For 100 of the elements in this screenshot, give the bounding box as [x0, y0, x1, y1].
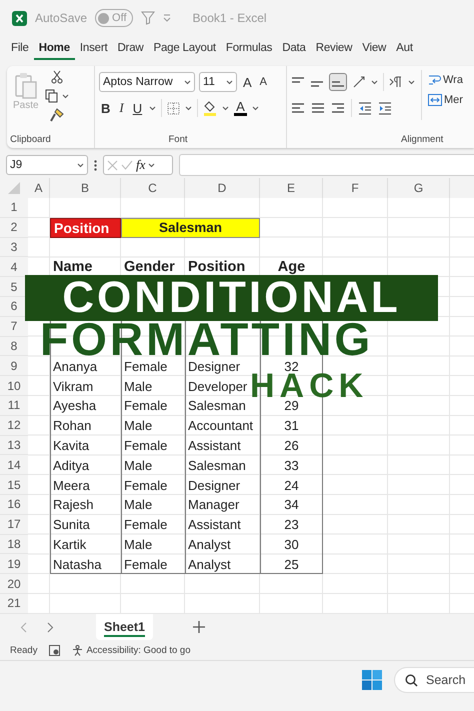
- brush-icon[interactable]: [50, 108, 64, 122]
- merge-icon[interactable]: [428, 94, 442, 106]
- table-cell: Ayesha: [53, 398, 96, 414]
- table-cell: Male: [124, 418, 152, 434]
- increase-indent-icon[interactable]: [378, 102, 392, 114]
- wrap-icon[interactable]: [428, 73, 441, 86]
- accessibility-status[interactable]: Accessibility: Good to go: [86, 644, 190, 656]
- table-cell: Salesman: [188, 458, 246, 473]
- criteria-value: Salesman: [121, 218, 260, 238]
- borders-icon[interactable]: [167, 102, 180, 114]
- menu-tab[interactable]: Aut: [391, 38, 418, 60]
- font-size-field[interactable]: 11: [199, 72, 237, 92]
- next-sheet-icon[interactable]: [47, 622, 54, 632]
- row-header[interactable]: 17: [0, 514, 28, 535]
- align-left-icon[interactable]: [291, 101, 305, 115]
- sheet-tab[interactable]: Sheet1: [96, 614, 153, 640]
- copy-icon[interactable]: [44, 89, 58, 103]
- fill-color-icon[interactable]: [203, 100, 218, 116]
- bold-button[interactable]: B: [99, 100, 112, 116]
- autosave-label: AutoSave: [35, 11, 88, 25]
- status-text: Ready: [10, 644, 38, 656]
- caret-icon[interactable]: [408, 80, 415, 84]
- row-header[interactable]: 20: [0, 574, 28, 594]
- row-header[interactable]: 2: [0, 218, 28, 238]
- table-cell: Kavita: [53, 438, 90, 453]
- row-header[interactable]: 13: [0, 436, 28, 456]
- caret-icon[interactable]: [222, 106, 230, 110]
- table-cell: Male: [124, 497, 152, 512]
- orientation-icon[interactable]: [352, 75, 366, 89]
- table-cell: Manager: [188, 497, 240, 512]
- menu-tab[interactable]: Data: [277, 38, 311, 60]
- menu-tab[interactable]: File: [6, 38, 34, 60]
- row-header[interactable]: 3: [0, 238, 28, 258]
- merge-button[interactable]: Mer: [428, 94, 463, 106]
- italic-button[interactable]: I: [117, 100, 126, 116]
- row-header[interactable]: 12: [0, 416, 28, 436]
- filter-icon[interactable]: [140, 11, 155, 25]
- menu-tab[interactable]: View: [357, 38, 392, 60]
- align-right-icon[interactable]: [331, 101, 345, 115]
- underline-button[interactable]: U: [130, 100, 144, 116]
- caret-icon[interactable]: [371, 80, 378, 84]
- insert-function-button[interactable]: fx: [136, 157, 146, 173]
- search-icon[interactable]: [405, 674, 418, 686]
- row-header[interactable]: 19: [0, 554, 28, 574]
- title-banner: CONDITIONAL: [25, 275, 438, 321]
- font-color-button[interactable]: A: [234, 100, 247, 116]
- clipboard-icon[interactable]: [14, 72, 38, 100]
- cut-icon[interactable]: [50, 70, 63, 84]
- text-direction-icon[interactable]: [389, 76, 403, 88]
- macro-record-icon[interactable]: [49, 644, 60, 656]
- column-heading: Position: [188, 259, 246, 276]
- caret-icon[interactable]: [148, 162, 156, 168]
- group-label: Alignment: [401, 134, 444, 144]
- decrease-indent-icon[interactable]: [358, 102, 372, 114]
- table-cell: Assistant: [188, 517, 241, 532]
- taskbar-search[interactable]: Search: [394, 667, 474, 693]
- row-header[interactable]: 10: [0, 376, 28, 396]
- row-header[interactable]: 15: [0, 475, 28, 495]
- formula-input[interactable]: [179, 154, 474, 176]
- menu-tab[interactable]: Insert: [74, 38, 112, 60]
- name-box[interactable]: J9: [6, 155, 88, 175]
- more-icon[interactable]: [94, 160, 97, 170]
- customize-icon[interactable]: [162, 14, 171, 22]
- start-icon[interactable]: [362, 670, 382, 690]
- table-cell: Analyst: [188, 556, 231, 572]
- caret-icon[interactable]: [149, 106, 156, 110]
- row-header[interactable]: 4: [0, 257, 28, 278]
- menu-tab[interactable]: Draw: [112, 38, 148, 60]
- dropdown-caret-icon[interactable]: [226, 80, 233, 84]
- table-cell: 25: [284, 556, 299, 572]
- row-header[interactable]: 8: [0, 336, 28, 356]
- shrink-font-button[interactable]: A: [258, 76, 270, 88]
- row-header[interactable]: 18: [0, 534, 28, 554]
- row-header[interactable]: 11: [0, 396, 28, 416]
- add-icon[interactable]: [193, 621, 205, 633]
- table-cell: Male: [124, 458, 152, 473]
- row-header[interactable]: 16: [0, 494, 28, 515]
- dropdown-caret-icon[interactable]: [77, 162, 84, 168]
- caret-icon[interactable]: [185, 106, 192, 110]
- menu-tab[interactable]: Home: [34, 38, 75, 60]
- row-header[interactable]: 9: [0, 356, 28, 376]
- menu-tab[interactable]: Formulas: [220, 38, 278, 60]
- menu-tab[interactable]: Review: [310, 38, 358, 60]
- accessibility-icon[interactable]: [72, 644, 84, 656]
- menu-tab[interactable]: Page Layout: [148, 38, 221, 60]
- align-bottom-icon[interactable]: [329, 73, 347, 91]
- caret-icon[interactable]: [252, 106, 259, 110]
- row-header[interactable]: 7: [0, 316, 28, 337]
- spreadsheet-logo-icon[interactable]: [12, 10, 27, 26]
- dropdown-caret-icon[interactable]: [184, 80, 191, 84]
- row-header[interactable]: 1: [0, 198, 28, 218]
- criteria-label: Position: [50, 218, 121, 238]
- font-name-field[interactable]: Aptos Narrow: [99, 72, 195, 92]
- grow-font-button[interactable]: A: [241, 74, 254, 90]
- column-heading: Age: [278, 259, 306, 276]
- wrap-text-button[interactable]: Wra: [428, 73, 463, 86]
- align-center-icon[interactable]: [311, 101, 325, 115]
- row-header[interactable]: 21: [0, 594, 28, 614]
- row-header[interactable]: 14: [0, 455, 28, 476]
- caret-icon[interactable]: [62, 94, 69, 98]
